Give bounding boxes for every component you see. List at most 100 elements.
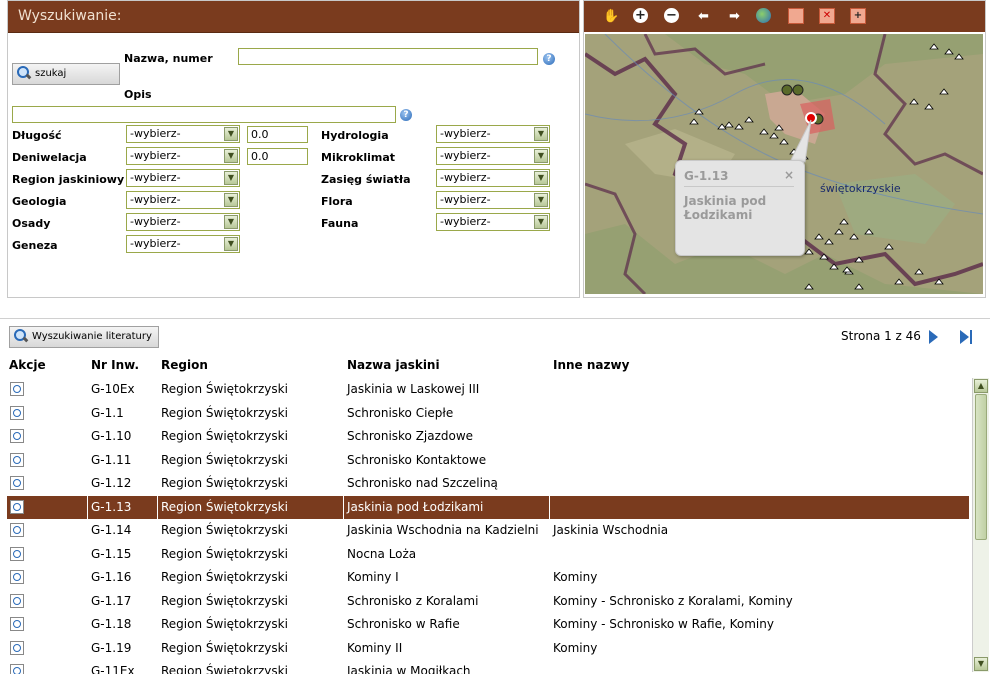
microclimate-select[interactable]: -wybierz- ▼ [436,147,550,165]
cell-region: Region Świętokrzyski [161,546,288,561]
cell-nr: G-1.10 [91,429,132,443]
view-details-icon[interactable] [10,405,24,420]
table-row[interactable]: G-1.1 Region Świętokrzyski Schronisko Ciep… [7,402,969,425]
column-header-other-names[interactable]: Inne nazwy [553,358,629,372]
light-range-select[interactable]: -wybierz- ▼ [436,169,550,187]
denivelation-input[interactable] [247,148,308,165]
chevron-down-icon: ▼ [224,149,238,163]
fauna-select[interactable]: -wybierz- ▼ [436,213,550,231]
view-details-icon[interactable] [10,429,24,443]
pan-icon[interactable]: ✋ [603,8,620,25]
map-view[interactable]: świętokrzyskie G-1.13 × Jaskinia pod Łod… [585,34,983,294]
results-scrollbar[interactable]: ▲ ▼ [972,378,989,672]
results-table: G-10Ex Region Świętokrzyski Jaskinia w Las… [7,378,969,674]
scroll-thumb[interactable] [975,394,987,540]
cell-nr: G-10Ex [91,382,135,396]
table-row[interactable]: G-1.19 Region Świętokrzyski Kominy II Komin… [7,637,969,660]
table-row[interactable]: G-1.18 Region Świętokrzyski Schronisko w R… [7,613,969,636]
cell-nr: G-1.1 [91,405,124,420]
chevron-down-icon: ▼ [534,215,548,229]
table-row[interactable]: G-10Ex Region Świętokrzyski Jaskinia w Las… [7,378,969,401]
table-row[interactable]: G-1.12 Region Świętokrzyski Schronisko nad… [7,472,969,495]
section-divider [0,318,990,319]
help-icon[interactable]: ? [543,53,555,65]
literature-search-button[interactable]: Wyszukiwanie literatury [9,326,159,348]
table-row[interactable]: G-1.10 Region Świętokrzyski Schronisko Zja… [7,425,969,448]
table-row[interactable]: G-1.16 Region Świętokrzyski Kominy I Kominy [7,566,969,589]
view-details-icon[interactable] [10,476,24,490]
cell-name: Nocna Loża [347,546,417,561]
denivelation-label: Deniwelacja [12,151,87,164]
chevron-down-icon: ▼ [534,149,548,163]
popup-close-button[interactable]: × [784,168,794,182]
table-row[interactable]: G-1.13 Region Świętokrzyski Jaskinia pod Ł… [7,495,969,519]
view-details-icon[interactable] [10,523,24,537]
view-details-icon[interactable] [10,452,24,467]
zoom-out-icon[interactable]: − [664,8,679,23]
search-button[interactable]: szukaj [12,63,120,85]
clear-selection-icon[interactable]: ✕ [819,8,835,24]
genesis-select[interactable]: -wybierz- ▼ [126,235,240,253]
zoom-in-icon[interactable]: + [633,8,648,23]
cell-region: Region Świętokrzyski [161,617,288,631]
view-details-icon[interactable] [10,617,24,631]
description-input[interactable] [12,106,396,123]
table-row[interactable]: G-1.15 Region Świętokrzyski Nocna Loża [7,543,969,566]
zoom-to-box-icon[interactable]: + [850,8,866,24]
geology-select[interactable]: -wybierz- ▼ [126,191,240,209]
back-arrow-icon[interactable]: ⬅ [695,8,712,25]
cave-region-label: Region jaskiniowy [12,173,125,186]
help-icon[interactable]: ? [400,109,412,121]
cell-other-names: Kominy [553,570,598,584]
globe-icon[interactable] [756,8,771,23]
literature-button-label: Wyszukiwanie literatury [32,331,152,342]
scroll-down-icon[interactable]: ▼ [974,657,988,671]
cell-region: Region Świętokrzyski [161,640,288,655]
column-header-nr[interactable]: Nr Inw. [91,358,139,372]
sediments-select[interactable]: -wybierz- ▼ [126,213,240,231]
cell-nr: G-1.14 [91,523,132,537]
cell-name: Jaskinia pod Łodzikami [347,499,484,514]
chevron-down-icon: ▼ [224,237,238,251]
table-row[interactable]: G-11Ex Region Świętokrzyski Jaskinia w Mog… [7,660,969,674]
view-details-icon[interactable] [10,640,24,655]
view-details-icon[interactable] [10,382,24,396]
forward-arrow-icon[interactable]: ➡ [726,8,743,25]
light-range-label: Zasięg światła [321,173,411,186]
length-select[interactable]: -wybierz- ▼ [126,125,240,143]
table-row[interactable]: G-1.11 Region Świętokrzyski Schronisko Kon… [7,449,969,472]
column-header-name[interactable]: Nazwa jaskini [347,358,440,372]
chevron-down-icon: ▼ [224,171,238,185]
fauna-label: Fauna [321,217,359,230]
view-details-icon[interactable] [10,499,24,514]
cell-nr: G-11Ex [91,664,135,674]
cell-name: Schronisko z Koralami [347,593,479,608]
flora-select[interactable]: -wybierz- ▼ [436,191,550,209]
denivelation-select[interactable]: -wybierz- ▼ [126,147,240,165]
name-input[interactable] [238,48,538,65]
cell-nr: G-1.15 [91,546,132,561]
cave-region-select[interactable]: -wybierz- ▼ [126,169,240,187]
hydrology-select[interactable]: -wybierz- ▼ [436,125,550,143]
view-details-icon[interactable] [10,664,24,674]
microclimate-label: Mikroklimat [321,151,396,164]
next-page-icon[interactable] [929,330,938,344]
view-details-icon[interactable] [10,570,24,584]
genesis-label: Geneza [12,239,58,252]
cell-nr: G-1.12 [91,476,132,490]
cell-name: Schronisko nad Szczeliną [347,476,498,490]
view-details-icon[interactable] [10,593,24,608]
magnifier-icon [14,329,28,343]
select-box-icon[interactable] [788,8,804,24]
chevron-down-icon: ▼ [224,127,238,141]
column-header-actions[interactable]: Akcje [9,358,46,372]
length-input[interactable] [247,126,308,143]
table-row[interactable]: G-1.17 Region Świętokrzyski Schronisko z K… [7,590,969,613]
view-details-icon[interactable] [10,546,24,561]
last-page-icon[interactable] [960,330,974,344]
popup-cave-name: Jaskinia pod Łodzikami [684,194,767,222]
column-header-region[interactable]: Region [161,358,208,372]
scroll-up-icon[interactable]: ▲ [974,379,988,393]
table-row[interactable]: G-1.14 Region Świętokrzyski Jaskinia Wscho… [7,519,969,542]
cell-other-names: Jaskinia Wschodnia [553,523,669,537]
